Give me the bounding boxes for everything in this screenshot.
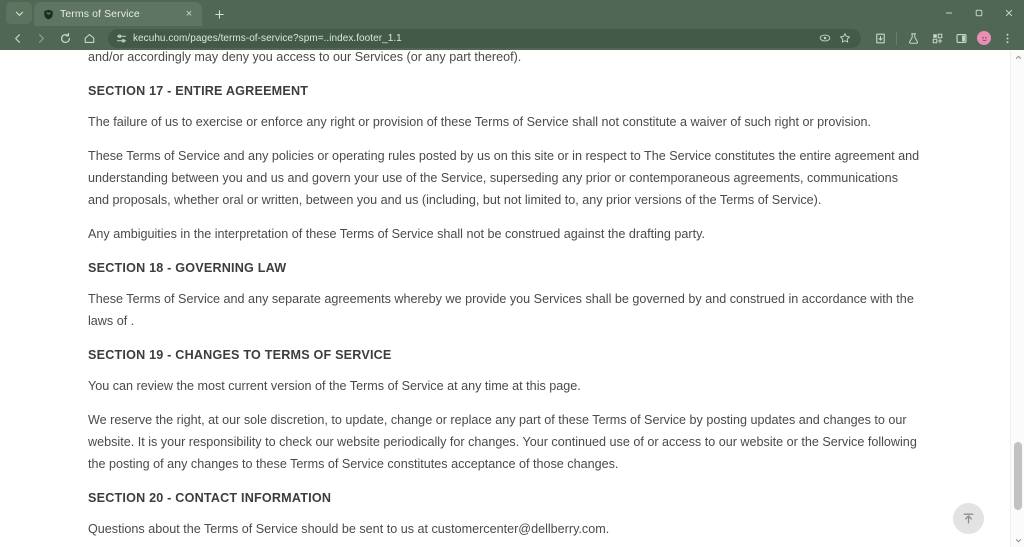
scrollbar-up-arrow[interactable] [1011, 50, 1024, 64]
section-19-paragraph-1: You can review the most current version … [88, 379, 581, 393]
three-dot-menu-icon [1006, 33, 1008, 43]
chevron-down-icon [15, 11, 23, 16]
address-bar[interactable]: kecuhu.com/pages/terms-of-service?spm=..… [108, 28, 861, 48]
section-heading-20: SECTION 20 - CONTACT INFORMATION [88, 491, 332, 505]
section-20-paragraph-1: Questions about the Terms of Service sho… [88, 522, 610, 536]
document-content: and/or accordingly may deny you access t… [0, 50, 1010, 540]
scrollbar-thumb[interactable] [1014, 442, 1022, 510]
reload-button[interactable] [54, 28, 76, 48]
section-19-paragraph-2: We reserve the right, at our sole discre… [88, 413, 917, 471]
profile-avatar[interactable] [977, 31, 991, 45]
tab-strip: Terms of Service × [0, 0, 1024, 26]
close-icon [1005, 9, 1013, 17]
maximize-icon [975, 9, 983, 17]
chevron-down-icon [1015, 538, 1021, 542]
downloads-icon[interactable] [869, 28, 891, 48]
section-heading-19: SECTION 19 - CHANGES TO TERMS OF SERVICE [88, 348, 392, 362]
tab-search-button[interactable] [6, 2, 32, 24]
section-17-paragraph-1: The failure of us to exercise or enforce… [88, 115, 872, 129]
tab-title: Terms of Service [60, 8, 140, 20]
reload-icon [60, 32, 70, 43]
avatar-face-icon [981, 36, 987, 41]
new-tab-button[interactable] [208, 3, 230, 25]
close-window-button[interactable] [994, 0, 1024, 26]
reading-mode-icon[interactable] [817, 30, 833, 46]
arrow-right-icon [38, 33, 44, 43]
window-controls [934, 0, 1024, 26]
page-scrollbar[interactable] [1010, 50, 1024, 547]
browser-window: Terms of Service × kecuhu.com/pages/term… [0, 0, 1024, 547]
tab-close-icon[interactable]: × [182, 7, 196, 21]
shield-icon [42, 8, 54, 20]
maximize-button[interactable] [964, 0, 994, 26]
minimize-icon [946, 12, 952, 14]
page-viewport: and/or accordingly may deny you access t… [0, 50, 1024, 547]
arrow-left-icon [14, 33, 20, 43]
scroll-to-top-icon [963, 513, 974, 524]
clipped-paragraph: and/or accordingly may deny you access t… [88, 50, 522, 64]
browser-toolbar: kecuhu.com/pages/terms-of-service?spm=..… [0, 26, 1024, 50]
home-icon [84, 33, 94, 43]
back-button[interactable] [6, 28, 28, 48]
tab-terms-of-service[interactable]: Terms of Service × [34, 2, 202, 26]
side-panel-icon[interactable] [950, 28, 972, 48]
tune-icon[interactable] [116, 33, 127, 44]
address-bar-actions [817, 30, 853, 46]
section-17-paragraph-2: These Terms of Service and any policies … [88, 149, 920, 207]
section-heading-17: SECTION 17 - ENTIRE AGREEMENT [88, 84, 309, 98]
terms-of-service-page: and/or accordingly may deny you access t… [0, 50, 1010, 543]
bookmark-star-icon[interactable] [837, 30, 853, 46]
extensions-icon[interactable] [926, 28, 948, 48]
plus-icon [214, 9, 224, 19]
section-17-paragraph-3: Any ambiguities in the interpretation of… [88, 227, 705, 241]
browser-menu-button[interactable] [996, 28, 1018, 48]
scrollbar-down-arrow[interactable] [1011, 533, 1024, 547]
scroll-to-top-button[interactable] [953, 503, 984, 534]
toolbar-divider [896, 31, 897, 45]
section-heading-18: SECTION 18 - GOVERNING LAW [88, 261, 287, 275]
minimize-button[interactable] [934, 0, 964, 26]
section-18-paragraph-1: These Terms of Service and any separate … [88, 292, 914, 328]
address-bar-url: kecuhu.com/pages/terms-of-service?spm=..… [133, 32, 402, 44]
chevron-up-icon [1015, 55, 1021, 59]
forward-button[interactable] [30, 28, 52, 48]
lab-flask-icon[interactable] [902, 28, 924, 48]
home-button[interactable] [78, 28, 100, 48]
